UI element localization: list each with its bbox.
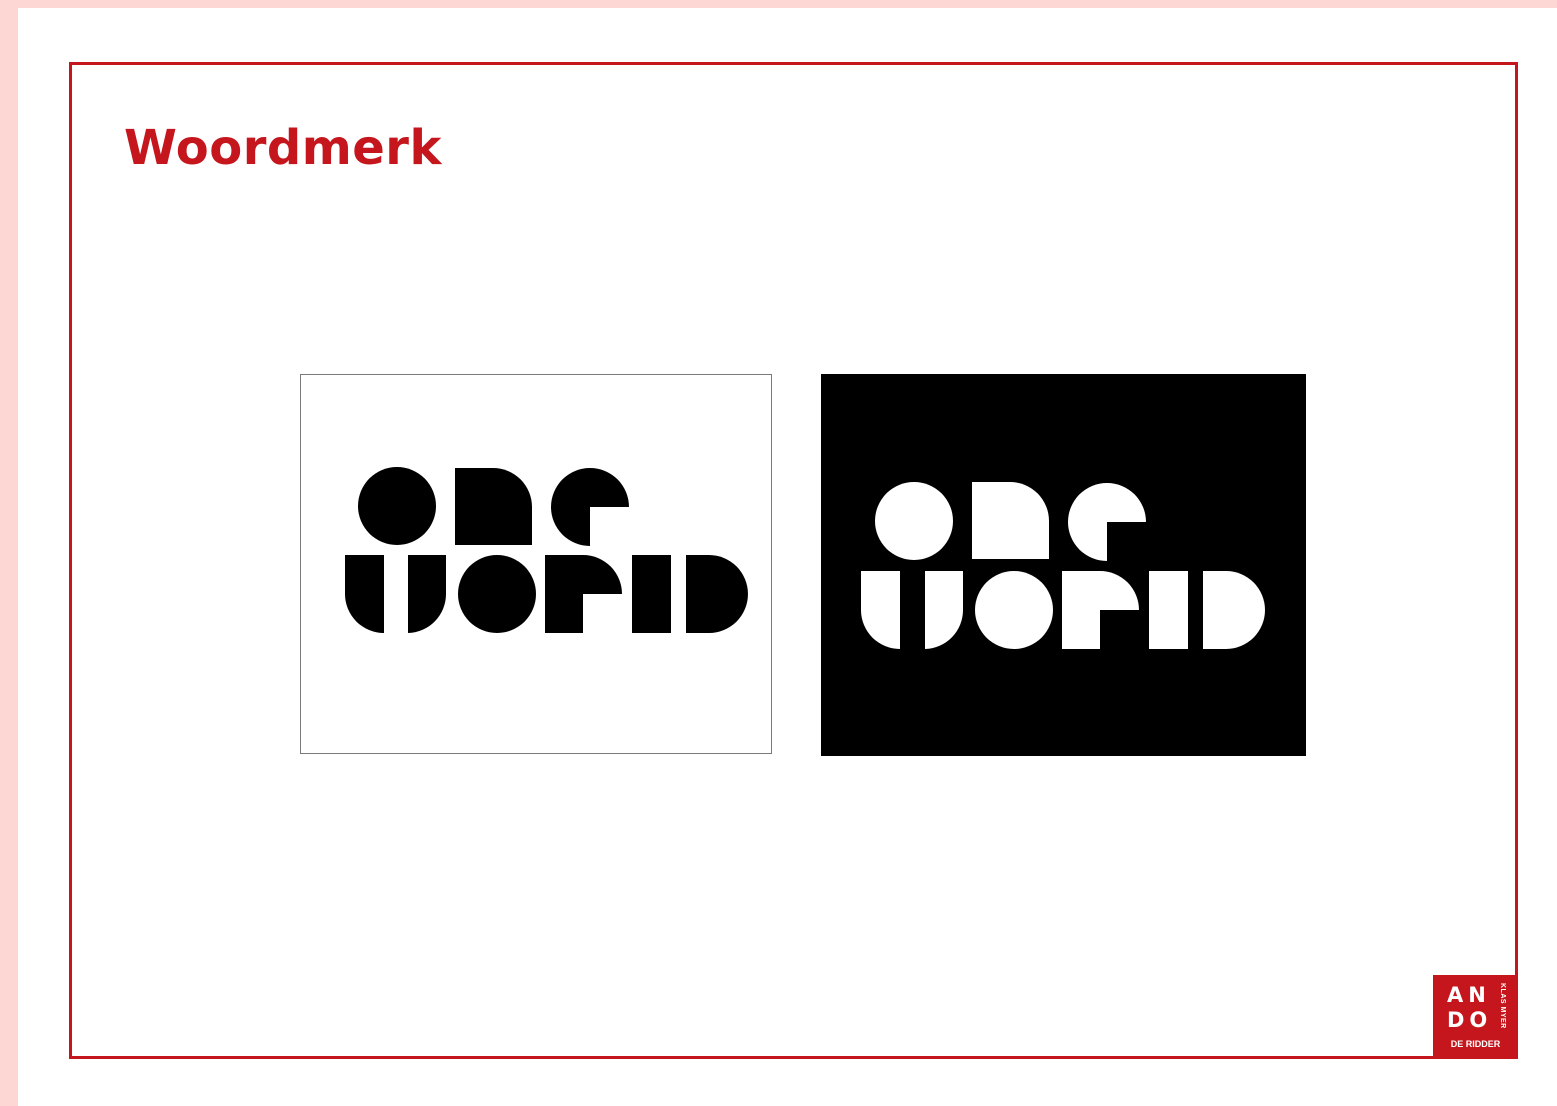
badge-bottom-text: DE RIDDER xyxy=(1450,1039,1501,1049)
logo-white-on-black xyxy=(821,374,1306,756)
badge-side-text: KLAS MYER xyxy=(1499,983,1506,1029)
brand-badge: AN DO KLAS MYER DE RIDDER xyxy=(1433,975,1518,1058)
badge-line-1: AN xyxy=(1447,983,1491,1007)
badge-line-2: DO xyxy=(1447,1008,1493,1032)
one-world-wordmark xyxy=(345,467,748,633)
page-title: Woordmerk xyxy=(124,120,442,176)
logo-black-on-white xyxy=(300,374,772,754)
one-world-wordmark xyxy=(861,482,1265,649)
